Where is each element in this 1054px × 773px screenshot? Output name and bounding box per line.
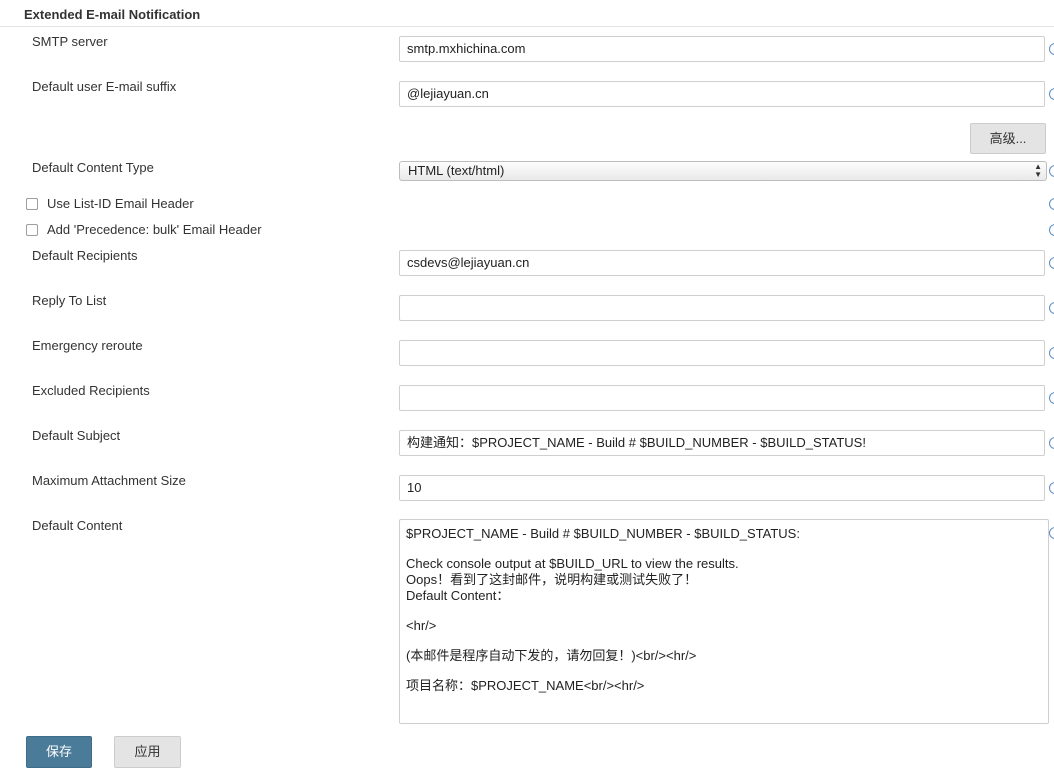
section-header: Extended E-mail Notification (0, 0, 1054, 27)
apply-button[interactable]: 应用 (114, 736, 181, 768)
content-line: Oops！看到了这封邮件，说明构建或测试失败了！ (406, 572, 698, 587)
content-line: Check console output at $BUILD_URL to vi… (406, 556, 739, 571)
content-textarea[interactable]: $PROJECT_NAME - Build # $BUILD_NUMBER - … (399, 519, 1049, 724)
recipients-input[interactable]: csdevs@lejiayuan.cn (399, 250, 1045, 276)
email-suffix-label: Default user E-mail suffix (32, 79, 177, 94)
attachment-size-help-icon[interactable] (1049, 482, 1054, 494)
excluded-recipients-label: Excluded Recipients (32, 383, 150, 398)
email-suffix-input[interactable]: @lejiayuan.cn (399, 81, 1045, 107)
attachment-size-input[interactable]: 10 (399, 475, 1045, 501)
recipients-help-icon[interactable] (1049, 257, 1054, 269)
subject-input[interactable]: 构建通知：$PROJECT_NAME - Build # $BUILD_NUMB… (399, 430, 1045, 456)
reply-to-label: Reply To List (32, 293, 107, 308)
content-line: (本邮件是程序自动下发的，请勿回复！)<br/><hr/> (406, 648, 697, 663)
smtp-server-help-icon[interactable] (1049, 43, 1054, 55)
excluded-recipients-input[interactable] (399, 385, 1045, 411)
list-id-help-icon[interactable] (1049, 198, 1054, 210)
content-line: Default Content： (406, 588, 510, 603)
attachment-size-label: Maximum Attachment Size (32, 473, 186, 488)
smtp-server-label: SMTP server (32, 34, 108, 49)
excluded-recipients-help-icon[interactable] (1049, 392, 1054, 404)
content-line: 项目名称：$PROJECT_NAME<br/><hr/> (406, 678, 645, 693)
subject-help-icon[interactable] (1049, 437, 1054, 449)
form-button-bar: 保存 应用 (0, 726, 1054, 773)
content-line: $PROJECT_NAME - Build # $BUILD_NUMBER - … (406, 526, 800, 541)
precedence-help-icon[interactable] (1049, 224, 1054, 236)
save-button[interactable]: 保存 (26, 736, 92, 768)
subject-label: Default Subject (32, 428, 121, 443)
email-notification-config: Extended E-mail Notification SMTP server… (0, 0, 1054, 773)
section-title: Extended E-mail Notification (24, 7, 201, 22)
content-type-selected-value: HTML (text/html) (408, 163, 505, 178)
content-label: Default Content (32, 518, 123, 533)
emergency-reroute-help-icon[interactable] (1049, 347, 1054, 359)
precedence-checkbox[interactable] (26, 224, 38, 236)
emergency-reroute-label: Emergency reroute (32, 338, 143, 353)
reply-to-help-icon[interactable] (1049, 302, 1054, 314)
content-type-label: Default Content Type (32, 160, 154, 175)
select-updown-arrows-icon: ▲ ▼ (1034, 162, 1042, 179)
content-help-icon[interactable] (1049, 527, 1054, 539)
list-id-checkbox[interactable] (26, 198, 38, 210)
content-type-select[interactable]: HTML (text/html) ▲ ▼ (399, 161, 1047, 181)
recipients-label: Default Recipients (32, 248, 138, 263)
advanced-button[interactable]: 高级... (970, 123, 1046, 154)
smtp-server-input[interactable]: smtp.mxhichina.com (399, 36, 1045, 62)
content-line: <hr/> (406, 618, 437, 633)
reply-to-input[interactable] (399, 295, 1045, 321)
email-suffix-help-icon[interactable] (1049, 88, 1054, 100)
emergency-reroute-input[interactable] (399, 340, 1045, 366)
content-type-help-icon[interactable] (1049, 165, 1054, 177)
list-id-label: Use List-ID Email Header (47, 196, 194, 211)
precedence-label: Add 'Precedence: bulk' Email Header (47, 222, 262, 237)
